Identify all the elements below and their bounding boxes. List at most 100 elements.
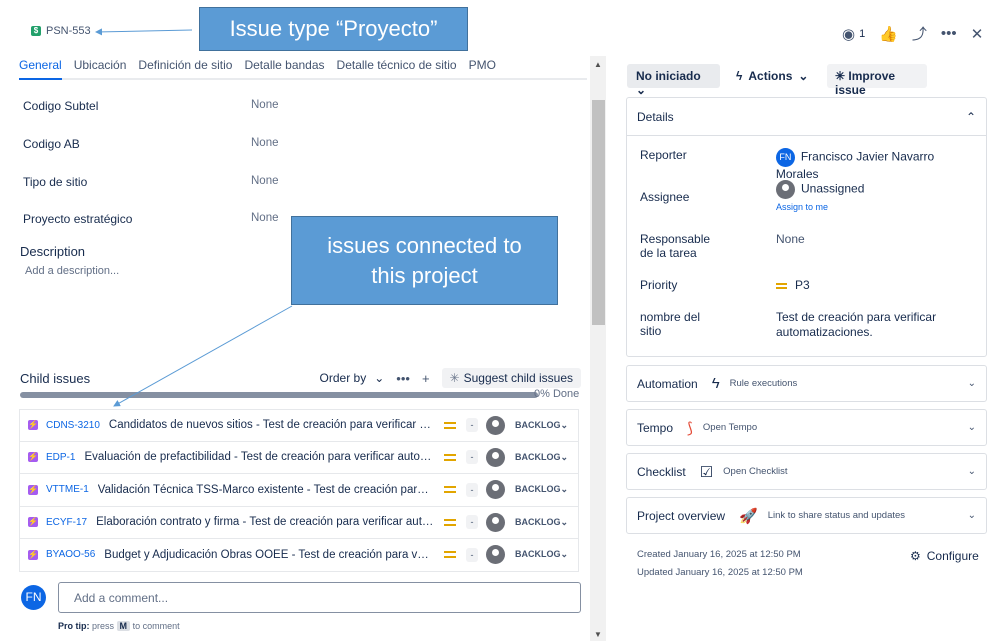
scroll-up-icon[interactable]: ▲	[594, 60, 602, 69]
child-issue-summary[interactable]: Budget y Adjudicación Obras OOEE - Test …	[104, 549, 434, 561]
tab-pmo[interactable]: PMO	[469, 58, 496, 78]
unassigned-avatar[interactable]	[485, 480, 505, 500]
estimate-pill: -	[465, 418, 478, 433]
tab-general[interactable]: General	[19, 58, 62, 80]
child-issue-row[interactable]: ⚡ CDNS-3210 Candidatos de nuevos sitios …	[19, 409, 579, 442]
unassigned-avatar[interactable]	[485, 545, 505, 565]
child-issue-summary[interactable]: Evaluación de prefactibilidad - Test de …	[84, 451, 434, 463]
status-dropdown[interactable]: BACKLOG⌄	[513, 450, 570, 465]
configure-button[interactable]: ⚙ Configure	[910, 549, 979, 563]
description-heading: Description	[20, 244, 86, 259]
status-button[interactable]: No iniciado ⌄	[627, 64, 720, 97]
tab-definicion-de-sitio[interactable]: Definición de sitio	[138, 58, 232, 78]
suggest-child-issues-button[interactable]: ✳ Suggest child issues	[441, 368, 581, 388]
child-issue-key[interactable]: CDNS-3210	[46, 420, 100, 431]
chevron-down-icon[interactable]: ⌄	[968, 466, 976, 477]
tab-detalle-tecnico[interactable]: Detalle técnico de sitio	[337, 58, 457, 78]
vertical-scrollbar[interactable]: ▲ ▼	[590, 56, 606, 641]
automation-panel[interactable]: Automation ϟ Rule executions ⌄	[626, 365, 987, 402]
child-issue-key[interactable]: BYAOO-56	[46, 549, 95, 560]
estimate-pill: -	[465, 515, 478, 530]
child-issues-list: ⚡ CDNS-3210 Candidatos de nuevos sitios …	[19, 409, 579, 572]
child-issues-title: Child issues	[20, 370, 91, 386]
scroll-thumb[interactable]	[592, 100, 605, 325]
add-icon[interactable]: +	[422, 371, 430, 386]
child-issue-summary[interactable]: Elaboración contrato y firma - Test de c…	[96, 516, 434, 528]
tab-ubicacion[interactable]: Ubicación	[74, 58, 127, 78]
chevron-down-icon[interactable]: ⌄	[968, 378, 976, 389]
field-tipo-de-sitio: Tipo de sitio None	[23, 175, 583, 189]
field-value[interactable]: None	[251, 99, 279, 113]
detail-label: nombre del sitio	[640, 310, 701, 338]
share-icon[interactable]: ⤴	[912, 23, 927, 44]
field-value[interactable]: None	[251, 212, 279, 226]
estimate-pill: -	[465, 547, 478, 562]
status-dropdown[interactable]: BACKLOG⌄	[513, 547, 570, 562]
field-codigo-subtel: Codigo Subtel None	[23, 99, 583, 113]
details-header[interactable]: Details ⌃	[627, 98, 986, 136]
details-panel: Details ⌃ Reporter FN Francisco Javier Na…	[626, 97, 987, 357]
child-issue-row[interactable]: ⚡ BYAOO-56 Budget y Adjudicación Obras O…	[19, 539, 579, 572]
child-issue-summary[interactable]: Candidatos de nuevos sitios - Test de cr…	[109, 419, 434, 431]
tab-bar: General Ubicación Definición de sitio De…	[19, 58, 587, 80]
comment-input[interactable]: Add a comment...	[58, 582, 581, 613]
child-issues-header: Child issues Order by ⌄ ••• + ✳ Suggest …	[20, 368, 581, 388]
thumbs-up-icon[interactable]: 👍	[879, 25, 898, 43]
order-by-dropdown[interactable]: Order by ⌄	[320, 371, 385, 385]
nombre-sitio-value[interactable]: Test de creación para verificar automati…	[776, 310, 966, 340]
unassigned-avatar[interactable]	[485, 512, 505, 532]
description-input[interactable]: Add a description...	[25, 265, 119, 277]
child-issue-key[interactable]: ECYF-17	[46, 517, 87, 528]
priority-medium-icon	[443, 551, 456, 559]
detail-label: Reporter	[640, 148, 687, 162]
checklist-panel[interactable]: Checklist ☑ Open Checklist ⌄	[626, 453, 987, 490]
pro-tip-label: Pro tip:	[58, 621, 90, 631]
child-issue-key[interactable]: EDP-1	[46, 452, 75, 463]
priority-medium-icon	[443, 453, 456, 461]
issue-header-actions: ◉ 1 👍 ⤴ ••• ✕	[842, 23, 983, 44]
reporter-value[interactable]: FN Francisco Javier Navarro Morales	[775, 148, 980, 181]
responsable-value[interactable]: None	[776, 232, 805, 260]
actions-button[interactable]: ϟ Actions ⌄	[736, 64, 808, 88]
subtask-icon: ⚡	[28, 517, 38, 528]
unassigned-avatar[interactable]	[485, 415, 505, 435]
detail-reporter: Reporter FN Francisco Javier Navarro Mora…	[640, 148, 980, 181]
child-issue-key[interactable]: VTTME-1	[46, 484, 89, 495]
unassigned-avatar[interactable]	[485, 447, 505, 467]
scroll-down-icon[interactable]: ▼	[594, 630, 602, 639]
status-dropdown[interactable]: BACKLOG⌄	[513, 418, 570, 433]
assignee-value[interactable]: Unassigned Assign to me	[776, 180, 864, 212]
tab-detalle-bandas[interactable]: Detalle bandas	[244, 58, 324, 78]
improve-issue-button[interactable]: ✳ Improve issue	[827, 64, 927, 97]
panel-title: Project overview	[637, 508, 726, 523]
lightning-icon: ϟ	[711, 375, 720, 392]
assign-to-me-link[interactable]: Assign to me	[776, 202, 864, 212]
priority-value[interactable]: P3	[776, 278, 810, 292]
priority-medium-icon	[776, 282, 787, 289]
issue-key-text[interactable]: PSN-553	[46, 25, 91, 37]
issue-key[interactable]: $ PSN-553	[31, 25, 91, 37]
chevron-down-icon[interactable]: ⌄	[968, 510, 976, 521]
child-issue-row[interactable]: ⚡ EDP-1 Evaluación de prefactibilidad - …	[19, 441, 579, 474]
pro-tip: Pro tip: press M to comment	[58, 621, 180, 631]
more-icon[interactable]: •••	[396, 371, 410, 386]
project-overview-panel[interactable]: Project overview 🚀 Link to share status …	[626, 497, 987, 534]
child-issue-row[interactable]: ⚡ VTTME-1 Validación Técnica TSS-Marco e…	[19, 474, 579, 507]
status-dropdown[interactable]: BACKLOG⌄	[513, 515, 570, 530]
child-issue-row[interactable]: ⚡ ECYF-17 Elaboración contrato y firma -…	[19, 506, 579, 539]
field-value[interactable]: None	[251, 175, 279, 189]
configure-label: Configure	[926, 549, 979, 563]
more-icon[interactable]: •••	[941, 25, 957, 42]
checkbox-icon: ☑	[699, 463, 714, 481]
watch-button[interactable]: ◉ 1	[842, 25, 865, 43]
detail-label: Responsable de la tarea	[640, 232, 711, 260]
field-value[interactable]: None	[251, 137, 279, 151]
chevron-up-icon[interactable]: ⌃	[966, 110, 976, 124]
field-codigo-ab: Codigo AB None	[23, 137, 583, 151]
close-icon[interactable]: ✕	[971, 25, 984, 43]
field-label: Proyecto estratégico	[23, 212, 133, 226]
status-dropdown[interactable]: BACKLOG⌄	[513, 482, 570, 497]
tempo-panel[interactable]: Tempo ⟆ Open Tempo ⌄	[626, 409, 987, 446]
chevron-down-icon[interactable]: ⌄	[968, 422, 976, 433]
child-issue-summary[interactable]: Validación Técnica TSS-Marco existente -…	[98, 484, 434, 496]
